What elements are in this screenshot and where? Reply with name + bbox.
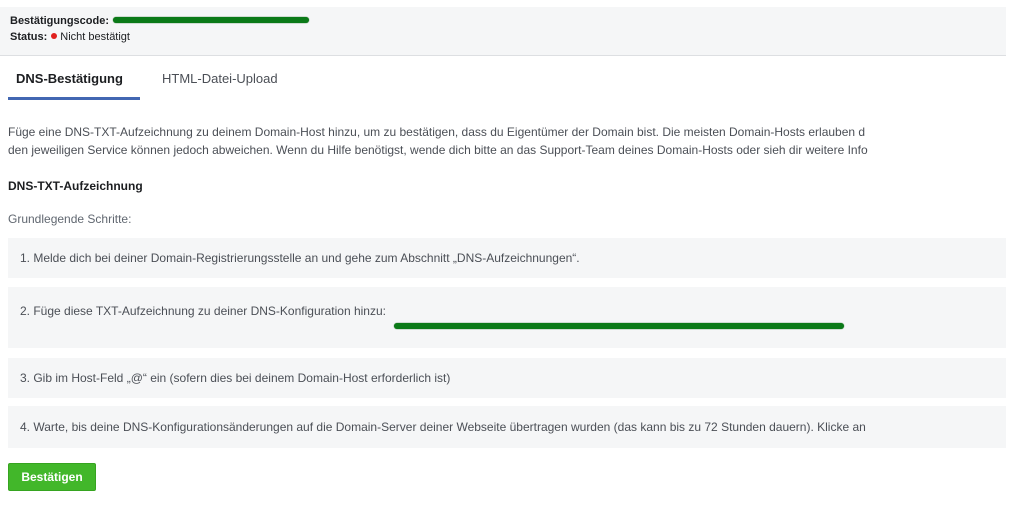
steps-label: Grundlegende Schritte: <box>8 212 132 226</box>
intro-line-2: den jeweiligen Service können jedoch abw… <box>8 143 868 157</box>
step-text: 2. Füge diese TXT-Aufzeichnung zu deiner… <box>20 304 386 318</box>
intro-line-1: Füge eine DNS-TXT-Aufzeichnung zu deinem… <box>8 125 866 139</box>
step-text: 3. Gib im Host-Feld „@“ ein (sofern dies… <box>20 371 451 385</box>
step-item: 4. Warte, bis deine DNS-Konfigurationsän… <box>8 406 1006 448</box>
status-dot-icon <box>51 33 58 39</box>
active-tab-indicator <box>8 97 140 100</box>
verification-code-label: Bestätigungscode: <box>10 15 110 27</box>
tab-dns-verification[interactable]: DNS-Bestätigung <box>16 71 123 86</box>
step-text: 4. Warte, bis deine DNS-Konfigurationsän… <box>20 420 866 434</box>
intro-text: Füge eine DNS-TXT-Aufzeichnung zu deinem… <box>8 123 1030 159</box>
domain-verification-page: Bestätigungscode: Status: Nicht bestätigt… <box>0 0 1030 512</box>
txt-record-value-redacted[interactable] <box>394 323 844 329</box>
step-item: 1. Melde dich bei deiner Domain-Registri… <box>8 238 1006 278</box>
confirm-button[interactable]: Bestätigen <box>8 463 96 491</box>
status-value: Nicht bestätigt <box>60 31 130 43</box>
step-item: 3. Gib im Host-Feld „@“ ein (sofern dies… <box>8 358 1006 398</box>
step-item: 2. Füge diese TXT-Aufzeichnung zu deiner… <box>8 287 1006 348</box>
tab-html-file-upload[interactable]: HTML-Datei-Upload <box>162 71 278 86</box>
section-heading: DNS-TXT-Aufzeichnung <box>8 179 143 193</box>
verification-status-box: Bestätigungscode: Status: Nicht bestätigt <box>0 7 1006 56</box>
verification-method-tabs: DNS-Bestätigung HTML-Datei-Upload <box>0 57 1030 101</box>
verification-code-redacted <box>113 17 310 24</box>
status-label: Status: <box>10 31 48 43</box>
step-text: 1. Melde dich bei deiner Domain-Registri… <box>20 251 580 265</box>
verification-code-row: Bestätigungscode: <box>10 15 310 28</box>
status-row: Status: Nicht bestätigt <box>10 31 130 44</box>
